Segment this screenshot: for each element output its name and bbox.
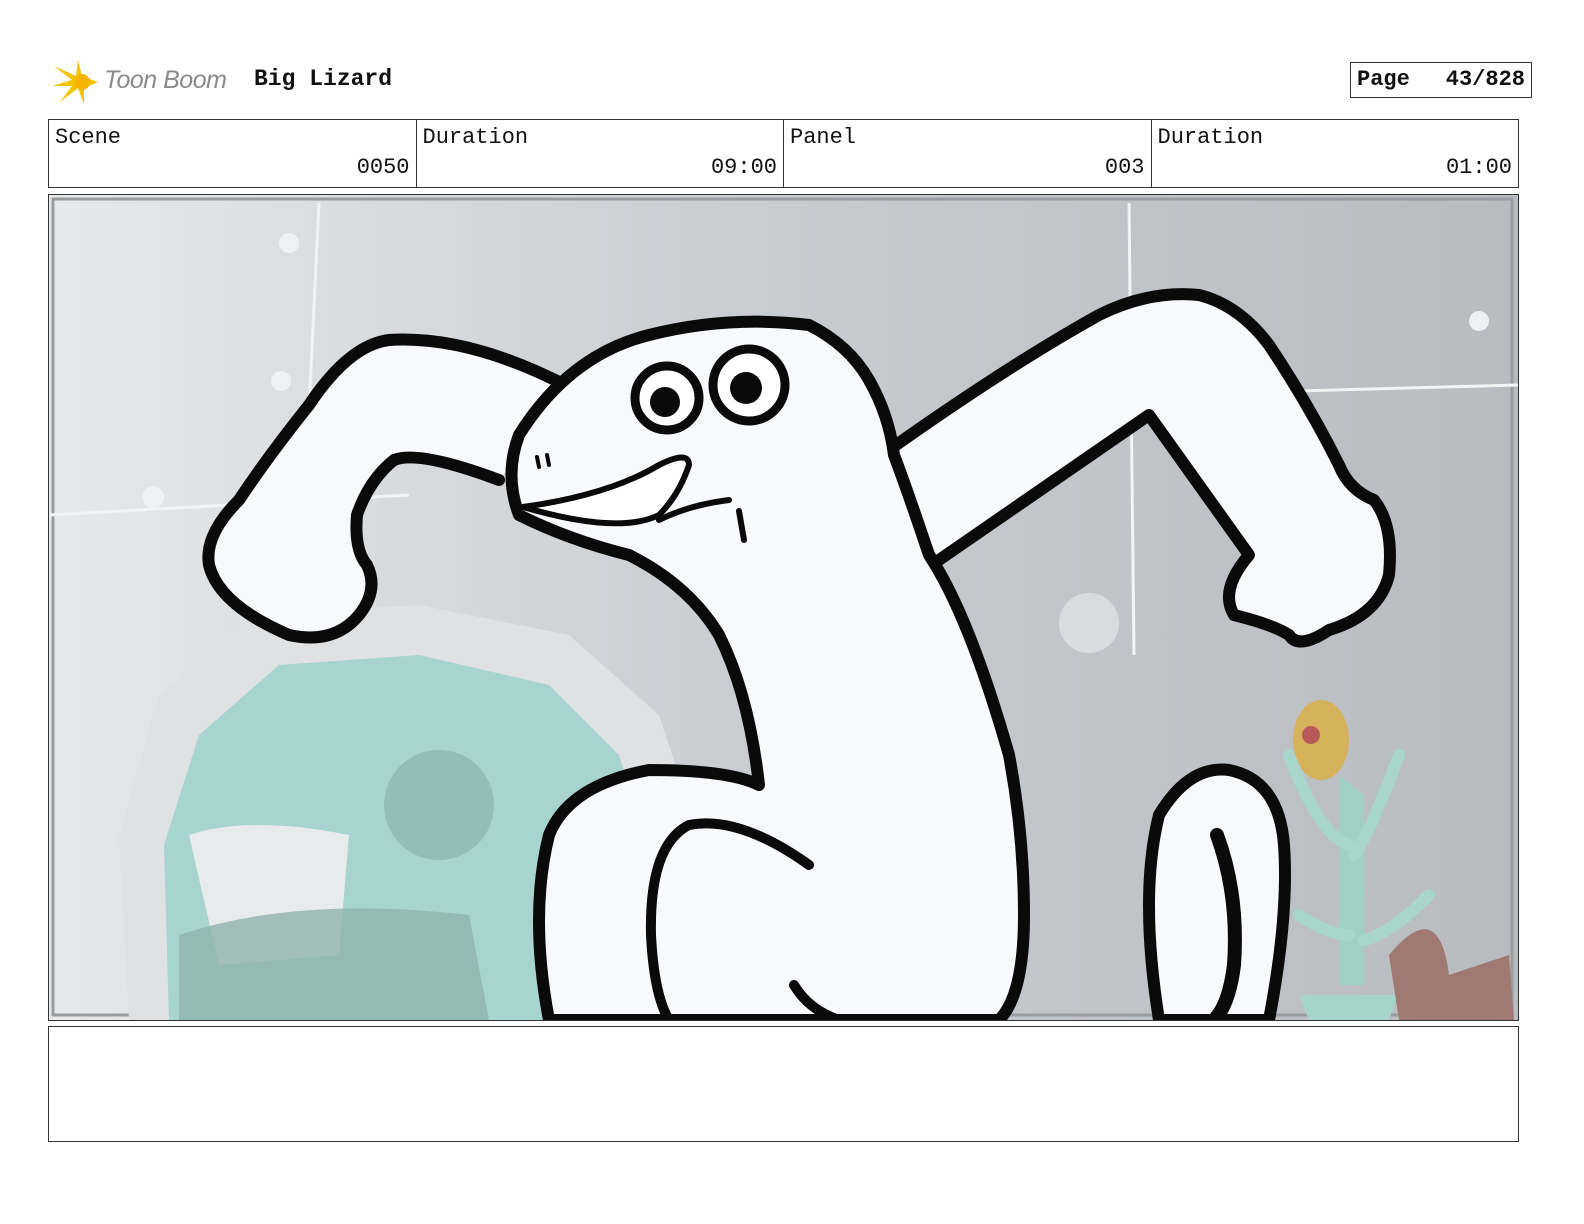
scene-duration-label: Duration <box>422 125 529 150</box>
scene-value: 0050 <box>356 155 410 180</box>
panel-cell: Panel 003 <box>784 120 1152 187</box>
panel-duration-label: Duration <box>1157 125 1264 150</box>
page-indicator: Page 43/828 <box>1350 62 1532 98</box>
lizard-drawing <box>49 195 1518 1020</box>
scene-label: Scene <box>55 125 122 150</box>
panel-notes-box <box>48 1026 1519 1142</box>
page-number: 43/828 <box>1445 67 1525 92</box>
scene-duration-value: 09:00 <box>710 155 777 180</box>
scene-info-table: Scene 0050 Duration 09:00 Panel 003 Dura… <box>48 119 1519 188</box>
page-label: Page <box>1357 67 1410 92</box>
panel-duration-cell: Duration 01:00 <box>1152 120 1519 187</box>
panel-value: 003 <box>1104 155 1145 180</box>
starburst-icon <box>52 60 98 104</box>
logo-text: Toon Boom <box>104 66 227 94</box>
toon-boom-logo: Toon Boom <box>52 56 242 108</box>
panel-label: Panel <box>790 125 857 150</box>
storyboard-panel-image <box>48 194 1519 1021</box>
panel-duration-value: 01:00 <box>1445 155 1512 180</box>
project-title: Big Lizard <box>254 66 393 92</box>
scene-cell: Scene 0050 <box>49 120 417 187</box>
page-header: Toon Boom Big Lizard Page 43/828 <box>52 52 1532 110</box>
scene-duration-cell: Duration 09:00 <box>417 120 784 187</box>
